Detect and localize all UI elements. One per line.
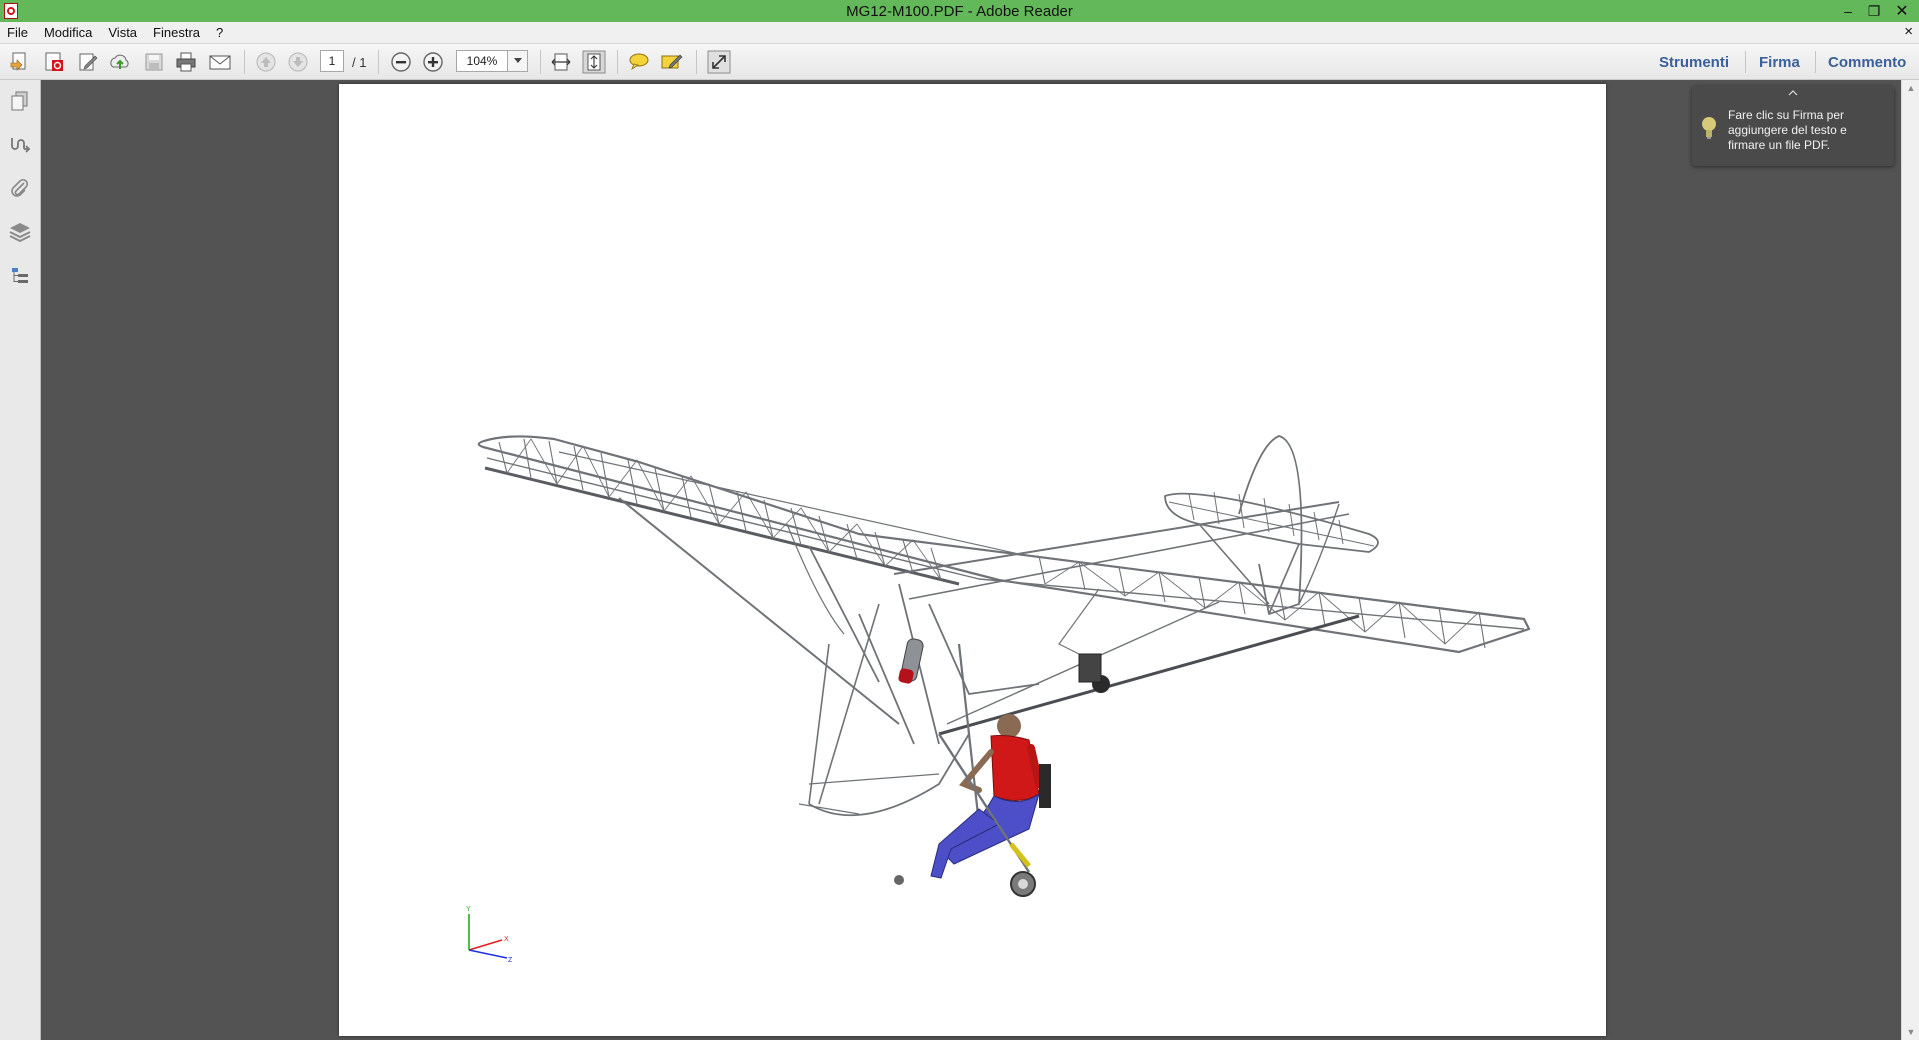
save-icon[interactable] — [142, 50, 166, 74]
toolbar-separator — [244, 50, 245, 74]
zoom-in-icon[interactable] — [421, 50, 445, 74]
toolbar-separator — [540, 50, 541, 74]
lightbulb-icon — [1700, 115, 1718, 144]
menu-help[interactable]: ? — [209, 25, 232, 40]
tab-strumenti[interactable]: Strumenti — [1659, 54, 1729, 71]
navigation-panel — [0, 80, 41, 1040]
acrobat-icon[interactable] — [42, 50, 66, 74]
page-thumbnails-icon[interactable] — [7, 88, 33, 114]
toolbar-separator — [378, 50, 379, 74]
toolbar-separator — [696, 50, 697, 74]
zoom-dropdown-button[interactable] — [508, 50, 528, 72]
attachments-icon[interactable] — [7, 176, 33, 202]
axis-label-y: Y — [466, 906, 471, 913]
menu-modifica[interactable]: Modifica — [37, 25, 101, 40]
scroll-down-icon[interactable]: ▼ — [1902, 1024, 1919, 1040]
close-document-button[interactable]: × — [1904, 23, 1913, 40]
highlight-icon[interactable] — [660, 50, 684, 74]
menu-vista[interactable]: Vista — [101, 25, 146, 40]
page-number-input[interactable]: 1 — [320, 50, 344, 72]
chevron-up-icon[interactable] — [1785, 88, 1801, 98]
toolbar-separator — [1815, 51, 1816, 73]
page-total: / 1 — [352, 55, 367, 70]
title-bar: MG12-M100.PDF - Adobe Reader – ❐ ✕ — [0, 0, 1919, 22]
print-icon[interactable] — [174, 50, 198, 74]
toolbar: 1 / 1 104% Strumenti Firma Commento — [0, 44, 1919, 80]
tab-firma[interactable]: Firma — [1759, 54, 1800, 71]
tab-commento[interactable]: Commento — [1828, 54, 1906, 71]
fullscreen-icon[interactable] — [707, 50, 731, 74]
menu-file[interactable]: File — [0, 25, 37, 40]
restore-button[interactable]: ❐ — [1861, 0, 1887, 22]
pdf-page[interactable]: Y X Z — [339, 84, 1606, 1036]
layers-icon[interactable] — [7, 219, 33, 245]
toolbar-separator — [617, 50, 618, 74]
toolbar-separator — [1745, 51, 1746, 73]
aircraft-3d-model[interactable]: Y X Z — [339, 84, 1606, 1036]
edit-icon[interactable] — [76, 50, 100, 74]
axis-label-x: X — [504, 936, 509, 943]
create-pdf-icon[interactable] — [8, 50, 32, 74]
fit-page-icon[interactable] — [582, 50, 606, 74]
email-icon[interactable] — [208, 50, 232, 74]
adobe-reader-icon — [4, 3, 18, 19]
scroll-up-icon[interactable]: ▲ — [1902, 80, 1919, 96]
close-window-button[interactable]: ✕ — [1889, 0, 1915, 22]
upload-icon[interactable] — [108, 50, 132, 74]
menu-bar: File Modifica Vista Finestra ? × — [0, 22, 1919, 44]
window-title: MG12-M100.PDF - Adobe Reader — [846, 2, 1073, 20]
firma-tooltip: Fare clic su Firma per aggiungere del te… — [1692, 86, 1894, 166]
zoom-out-icon[interactable] — [389, 50, 413, 74]
axis-indicator: Y X Z — [466, 906, 513, 964]
menu-finestra[interactable]: Finestra — [146, 25, 209, 40]
comment-icon[interactable] — [627, 50, 651, 74]
vertical-scrollbar[interactable]: ▲ ▼ — [1901, 80, 1919, 1040]
minimize-button[interactable]: – — [1835, 0, 1861, 22]
pilot-figure — [930, 714, 1051, 879]
axis-label-z: Z — [508, 957, 513, 964]
next-page-icon[interactable] — [286, 50, 310, 74]
tooltip-text: Fare clic su Firma per aggiungere del te… — [1728, 108, 1847, 152]
zoom-level-input[interactable]: 104% — [456, 50, 508, 72]
model-tree-icon[interactable] — [7, 263, 33, 289]
prev-page-icon[interactable] — [254, 50, 278, 74]
signatures-icon[interactable] — [7, 132, 33, 158]
chevron-down-icon — [513, 58, 522, 63]
fit-width-icon[interactable] — [549, 50, 573, 74]
